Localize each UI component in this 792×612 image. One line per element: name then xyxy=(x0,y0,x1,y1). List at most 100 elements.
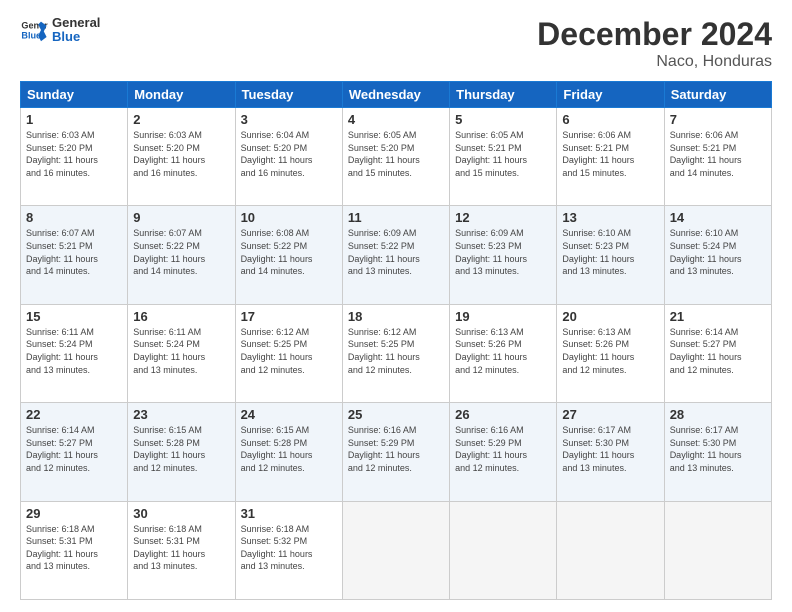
day-info: Sunrise: 6:11 AMSunset: 5:24 PMDaylight:… xyxy=(26,326,122,376)
day-number: 20 xyxy=(562,309,658,324)
day-number: 29 xyxy=(26,506,122,521)
day-info: Sunrise: 6:06 AMSunset: 5:21 PMDaylight:… xyxy=(562,129,658,179)
calendar-cell: 11 Sunrise: 6:09 AMSunset: 5:22 PMDayligh… xyxy=(342,206,449,304)
day-number: 22 xyxy=(26,407,122,422)
header-tuesday: Tuesday xyxy=(235,82,342,108)
day-number: 16 xyxy=(133,309,229,324)
header: General Blue General Blue December 2024 … xyxy=(20,16,772,71)
day-info: Sunrise: 6:14 AMSunset: 5:27 PMDaylight:… xyxy=(26,424,122,474)
calendar-cell xyxy=(664,501,771,599)
calendar-cell: 23Sunrise: 6:15 AMSunset: 5:28 PMDayligh… xyxy=(128,403,235,501)
calendar-table: Sunday Monday Tuesday Wednesday Thursday… xyxy=(20,81,772,600)
calendar-cell: 2 Sunrise: 6:03 AMSunset: 5:20 PMDaylight… xyxy=(128,108,235,206)
calendar-cell: 31Sunrise: 6:18 AMSunset: 5:32 PMDayligh… xyxy=(235,501,342,599)
day-number: 21 xyxy=(670,309,766,324)
calendar-cell: 6 Sunrise: 6:06 AMSunset: 5:21 PMDaylight… xyxy=(557,108,664,206)
day-number: 11 xyxy=(348,210,444,225)
day-number: 31 xyxy=(241,506,337,521)
day-info: Sunrise: 6:06 AMSunset: 5:21 PMDaylight:… xyxy=(670,129,766,179)
day-info: Sunrise: 6:08 AMSunset: 5:22 PMDaylight:… xyxy=(241,227,337,277)
calendar-cell: 30 Sunrise: 6:18 AMSunset: 5:31 PMDayligh… xyxy=(128,501,235,599)
header-monday: Monday xyxy=(128,82,235,108)
day-info: Sunrise: 6:16 AMSunset: 5:29 PMDaylight:… xyxy=(348,424,444,474)
day-number: 3 xyxy=(241,112,337,127)
day-info: Sunrise: 6:11 AMSunset: 5:24 PMDaylight:… xyxy=(133,326,229,376)
day-number: 23 xyxy=(133,407,229,422)
calendar-cell: 25 Sunrise: 6:16 AMSunset: 5:29 PMDayligh… xyxy=(342,403,449,501)
title-block: December 2024 Naco, Honduras xyxy=(537,16,772,71)
day-number: 4 xyxy=(348,112,444,127)
day-number: 6 xyxy=(562,112,658,127)
logo-icon: General Blue xyxy=(20,16,48,44)
calendar-week-2: 8 Sunrise: 6:07 AMSunset: 5:21 PMDaylight… xyxy=(21,206,772,304)
calendar-week-4: 22 Sunrise: 6:14 AMSunset: 5:27 PMDayligh… xyxy=(21,403,772,501)
calendar-cell: 14Sunrise: 6:10 AMSunset: 5:24 PMDayligh… xyxy=(664,206,771,304)
day-info: Sunrise: 6:05 AMSunset: 5:21 PMDaylight:… xyxy=(455,129,551,179)
calendar-cell: 29Sunrise: 6:18 AMSunset: 5:31 PMDayligh… xyxy=(21,501,128,599)
calendar-cell: 3 Sunrise: 6:04 AMSunset: 5:20 PMDaylight… xyxy=(235,108,342,206)
day-number: 8 xyxy=(26,210,122,225)
calendar-cell: 24Sunrise: 6:15 AMSunset: 5:28 PMDayligh… xyxy=(235,403,342,501)
day-number: 13 xyxy=(562,210,658,225)
day-info: Sunrise: 6:07 AMSunset: 5:21 PMDaylight:… xyxy=(26,227,122,277)
calendar-cell xyxy=(450,501,557,599)
logo-text-blue: Blue xyxy=(52,30,100,44)
day-info: Sunrise: 6:07 AMSunset: 5:22 PMDaylight:… xyxy=(133,227,229,277)
calendar-cell: 17 Sunrise: 6:12 AMSunset: 5:25 PMDayligh… xyxy=(235,304,342,402)
calendar-cell: 18Sunrise: 6:12 AMSunset: 5:25 PMDayligh… xyxy=(342,304,449,402)
day-info: Sunrise: 6:16 AMSunset: 5:29 PMDaylight:… xyxy=(455,424,551,474)
day-number: 26 xyxy=(455,407,551,422)
calendar-week-5: 29 Sunrise: 6:18 AMSunset: 5:31 PMDayligh… xyxy=(21,501,772,599)
day-number: 1 xyxy=(26,112,122,127)
calendar-cell: 26 Sunrise: 6:16 AMSunset: 5:29 PMDayligh… xyxy=(450,403,557,501)
calendar-cell: 22 Sunrise: 6:14 AMSunset: 5:27 PMDayligh… xyxy=(21,403,128,501)
day-info: Sunrise: 6:04 AMSunset: 5:20 PMDaylight:… xyxy=(241,129,337,179)
day-info: Sunrise: 6:17 AMSunset: 5:30 PMDaylight:… xyxy=(670,424,766,474)
day-number: 17 xyxy=(241,309,337,324)
header-friday: Friday xyxy=(557,82,664,108)
svg-text:Blue: Blue xyxy=(21,31,41,41)
day-info: Sunrise: 6:13 AMSunset: 5:26 PMDaylight:… xyxy=(455,326,551,376)
header-wednesday: Wednesday xyxy=(342,82,449,108)
calendar-cell: 5Sunrise: 6:05 AMSunset: 5:21 PMDaylight… xyxy=(450,108,557,206)
day-info: Sunrise: 6:14 AMSunset: 5:27 PMDaylight:… xyxy=(670,326,766,376)
header-thursday: Thursday xyxy=(450,82,557,108)
day-info: Sunrise: 6:13 AMSunset: 5:26 PMDaylight:… xyxy=(562,326,658,376)
day-info: Sunrise: 6:18 AMSunset: 5:31 PMDaylight:… xyxy=(133,523,229,573)
page: General Blue General Blue December 2024 … xyxy=(0,0,792,612)
subtitle: Naco, Honduras xyxy=(537,53,772,71)
day-number: 9 xyxy=(133,210,229,225)
day-info: Sunrise: 6:03 AMSunset: 5:20 PMDaylight:… xyxy=(26,129,122,179)
calendar-cell xyxy=(557,501,664,599)
day-info: Sunrise: 6:09 AMSunset: 5:23 PMDaylight:… xyxy=(455,227,551,277)
header-sunday: Sunday xyxy=(21,82,128,108)
calendar-cell: 4Sunrise: 6:05 AMSunset: 5:20 PMDaylight… xyxy=(342,108,449,206)
day-number: 15 xyxy=(26,309,122,324)
day-info: Sunrise: 6:12 AMSunset: 5:25 PMDaylight:… xyxy=(241,326,337,376)
calendar-cell: 1 Sunrise: 6:03 AMSunset: 5:20 PMDaylight… xyxy=(21,108,128,206)
day-number: 19 xyxy=(455,309,551,324)
day-number: 2 xyxy=(133,112,229,127)
day-number: 25 xyxy=(348,407,444,422)
calendar-cell: 13Sunrise: 6:10 AMSunset: 5:23 PMDayligh… xyxy=(557,206,664,304)
calendar-header-row: Sunday Monday Tuesday Wednesday Thursday… xyxy=(21,82,772,108)
main-title: December 2024 xyxy=(537,16,772,53)
logo-text-general: General xyxy=(52,16,100,30)
calendar-cell: 7Sunrise: 6:06 AMSunset: 5:21 PMDaylight… xyxy=(664,108,771,206)
day-number: 12 xyxy=(455,210,551,225)
calendar-cell: 10Sunrise: 6:08 AMSunset: 5:22 PMDayligh… xyxy=(235,206,342,304)
calendar-cell: 21 Sunrise: 6:14 AMSunset: 5:27 PMDayligh… xyxy=(664,304,771,402)
calendar-cell: 20 Sunrise: 6:13 AMSunset: 5:26 PMDayligh… xyxy=(557,304,664,402)
day-info: Sunrise: 6:03 AMSunset: 5:20 PMDaylight:… xyxy=(133,129,229,179)
calendar-cell: 12 Sunrise: 6:09 AMSunset: 5:23 PMDayligh… xyxy=(450,206,557,304)
header-saturday: Saturday xyxy=(664,82,771,108)
day-info: Sunrise: 6:17 AMSunset: 5:30 PMDaylight:… xyxy=(562,424,658,474)
calendar-cell: 16 Sunrise: 6:11 AMSunset: 5:24 PMDayligh… xyxy=(128,304,235,402)
day-info: Sunrise: 6:12 AMSunset: 5:25 PMDaylight:… xyxy=(348,326,444,376)
day-number: 30 xyxy=(133,506,229,521)
day-info: Sunrise: 6:10 AMSunset: 5:24 PMDaylight:… xyxy=(670,227,766,277)
calendar-week-1: 1 Sunrise: 6:03 AMSunset: 5:20 PMDaylight… xyxy=(21,108,772,206)
calendar-cell: 27Sunrise: 6:17 AMSunset: 5:30 PMDayligh… xyxy=(557,403,664,501)
day-info: Sunrise: 6:09 AMSunset: 5:22 PMDaylight:… xyxy=(348,227,444,277)
logo: General Blue General Blue xyxy=(20,16,100,45)
